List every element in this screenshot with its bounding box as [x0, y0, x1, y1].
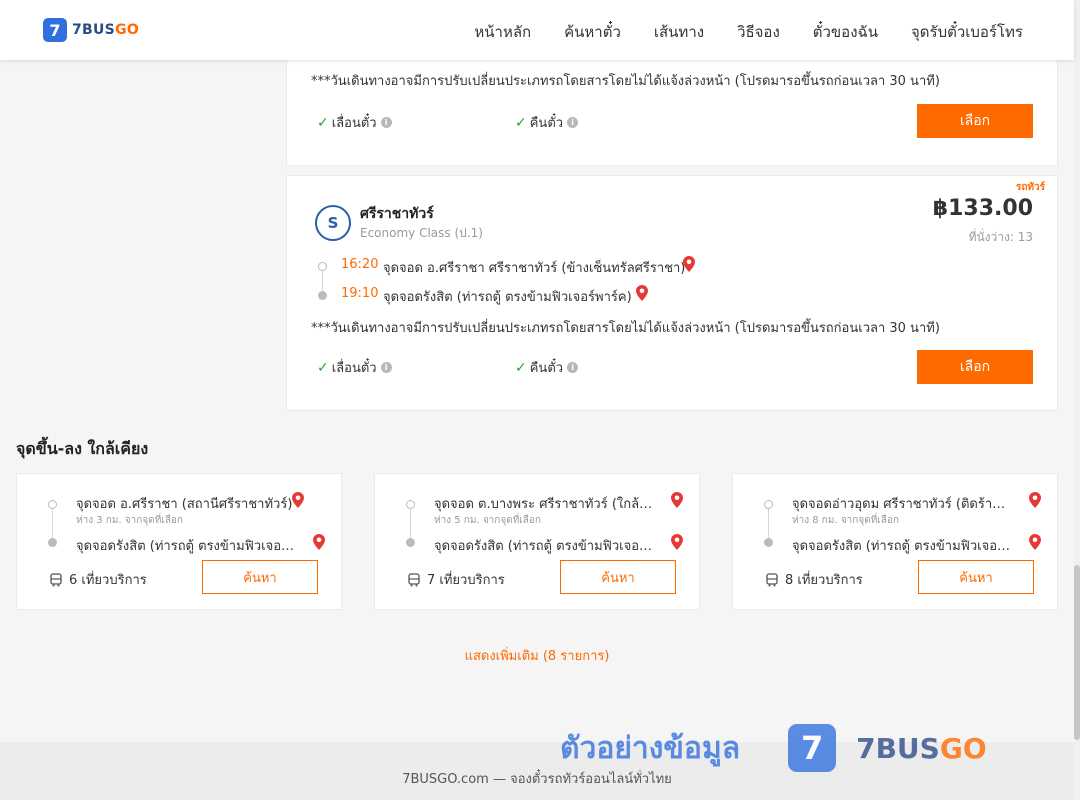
- departure-stop: จุดจอด อ.ศรีราชา ศรีราชาทัวร์ (ข้างเซ็นท…: [383, 261, 686, 276]
- nav-home[interactable]: หน้าหลัก: [474, 20, 531, 44]
- departure-time: 16:20: [341, 257, 379, 272]
- nearby-trips: 7 เที่ยวบริการ: [407, 569, 505, 590]
- site-logo[interactable]: 7 7BUSGO: [43, 18, 139, 42]
- route-line: [768, 506, 769, 542]
- nearby-stop-card: จุดจอด ต.บางพระ ศรีราชาทัวร์ (ใกล้ร้า...…: [374, 473, 700, 610]
- map-pin-icon[interactable]: [671, 534, 683, 550]
- nav-search-tickets[interactable]: ค้นหาตั๋ว: [564, 20, 621, 44]
- nearby-distance: ห่าง 3 กม. จากจุดที่เลือก: [76, 515, 183, 526]
- map-pin-icon[interactable]: [636, 285, 648, 301]
- nearby-from-stop: จุดจอด ต.บางพระ ศรีราชาทัวร์ (ใกล้ร้า...: [434, 497, 656, 512]
- bus-icon: [408, 572, 420, 586]
- watermark-logo-icon: 7: [788, 724, 837, 772]
- operator-name: ศรีราชาทัวร์: [360, 206, 434, 222]
- info-icon[interactable]: i: [380, 362, 392, 373]
- map-pin-icon[interactable]: [683, 256, 695, 272]
- map-pin-icon[interactable]: [292, 492, 304, 508]
- nearby-from-stop: จุดจอด อ.ศรีราชา (สถานีศรีราชาทัวร์): [76, 497, 293, 512]
- trip-notice: ***วันเดินทางอาจมีการปรับเปลี่ยนประเภทรถ…: [311, 321, 940, 336]
- watermark-text: ตัวอย่างข้อมูล: [560, 730, 741, 766]
- nav-routes[interactable]: เส้นทาง: [654, 20, 704, 44]
- info-icon[interactable]: i: [380, 117, 392, 128]
- bus-icon: [766, 572, 778, 586]
- bus-class: Economy Class (ป.1): [360, 226, 483, 240]
- info-icon[interactable]: i: [567, 117, 579, 128]
- nearby-stop-card: จุดจอดอ่าวอุดม ศรีราชาทัวร์ (ติดร้านท...…: [732, 473, 1058, 610]
- feature-refund: ✓ คืนตั๋ว i: [515, 357, 579, 378]
- show-more-link[interactable]: แสดงเพิ่มเติม (8 รายการ): [0, 645, 1074, 666]
- feature-reschedule: ✓ เลื่อนตั๋ว i: [317, 357, 392, 378]
- ticket-price: ฿133.00: [932, 196, 1033, 221]
- route-line: [52, 506, 53, 542]
- top-header: 7 7BUSGO หน้าหลัก ค้นหาตั๋ว เส้นทาง วิธี…: [0, 0, 1074, 60]
- sample-watermark: ตัวอย่างข้อมูล 7 7BUSGO: [560, 724, 987, 772]
- route-line: [410, 506, 411, 542]
- trip-card: รถทัวร์ S ศรีราชาทัวร์ Economy Class (ป.…: [286, 175, 1058, 411]
- nav-ticket-pickup[interactable]: จุดรับตั๋วเบอร์โทร: [911, 20, 1023, 44]
- scrollbar-thumb[interactable]: [1074, 565, 1080, 740]
- map-pin-icon[interactable]: [1029, 492, 1041, 508]
- nearby-stop-card: จุดจอด อ.ศรีราชา (สถานีศรีราชาทัวร์) ห่า…: [16, 473, 342, 610]
- nearby-to-stop: จุดจอดรังสิต (ท่ารถตู้ ตรงข้ามฟิวเจอร์..…: [76, 539, 298, 554]
- arrival-time: 19:10: [341, 286, 379, 301]
- feature-refund-label: คืนตั๋ว: [529, 361, 564, 376]
- feature-refund: ✓ คืนตั๋ว i: [515, 112, 579, 133]
- nearby-search-button[interactable]: ค้นหา: [202, 560, 318, 594]
- bus-type-badge: รถทัวร์: [1015, 182, 1045, 193]
- map-pin-icon[interactable]: [313, 534, 325, 550]
- bus-icon: [50, 572, 62, 586]
- logo-text: 7BUSGO: [72, 22, 140, 38]
- arrival-dot-icon: [318, 291, 327, 300]
- nearby-search-button[interactable]: ค้นหา: [560, 560, 676, 594]
- nav-my-tickets[interactable]: ตั๋วของฉัน: [813, 20, 878, 44]
- logo-mark-icon: 7: [43, 18, 67, 42]
- watermark-brand: 7BUSGO: [856, 731, 987, 765]
- check-icon: ✓: [515, 359, 527, 376]
- operator-logo: S: [315, 205, 351, 241]
- select-trip-button[interactable]: เลือก: [917, 350, 1033, 384]
- nearby-trips-label: 6 เที่ยวบริการ: [69, 573, 147, 588]
- info-icon[interactable]: i: [567, 362, 579, 373]
- map-pin-icon[interactable]: [671, 492, 683, 508]
- check-icon: ✓: [515, 114, 527, 131]
- feature-reschedule-label: เลื่อนตั๋ว: [331, 361, 377, 376]
- seats-available: ที่นั่งว่าง: 13: [968, 230, 1033, 244]
- nearby-to-stop: จุดจอดรังสิต (ท่ารถตู้ ตรงข้ามฟิวเจอร์..…: [434, 539, 656, 554]
- nearby-trips-label: 7 เที่ยวบริการ: [427, 573, 505, 588]
- feature-reschedule-label: เลื่อนตั๋ว: [331, 116, 377, 131]
- nav-how-to-book[interactable]: วิธีจอง: [737, 20, 780, 44]
- arrival-dot-icon: [764, 538, 773, 547]
- nearby-trips-label: 8 เที่ยวบริการ: [785, 573, 863, 588]
- arrival-dot-icon: [406, 538, 415, 547]
- nearby-distance: ห่าง 8 กม. จากจุดที่เลือก: [792, 515, 899, 526]
- main-nav: หน้าหลัก ค้นหาตั๋ว เส้นทาง วิธีจอง ตั๋วข…: [474, 20, 1023, 44]
- arrival-dot-icon: [48, 538, 57, 547]
- departure-dot-icon: [48, 500, 57, 509]
- departure-dot-icon: [406, 500, 415, 509]
- trip-card-previous: ***วันเดินทางอาจมีการปรับเปลี่ยนประเภทรถ…: [286, 60, 1058, 166]
- departure-dot-icon: [764, 500, 773, 509]
- feature-reschedule: ✓ เลื่อนตั๋ว i: [317, 112, 392, 133]
- page-scrollbar[interactable]: [1074, 0, 1080, 800]
- nearby-search-button[interactable]: ค้นหา: [918, 560, 1034, 594]
- select-trip-button[interactable]: เลือก: [917, 104, 1033, 138]
- map-pin-icon[interactable]: [1029, 534, 1041, 550]
- trip-notice: ***วันเดินทางอาจมีการปรับเปลี่ยนประเภทรถ…: [311, 74, 940, 89]
- check-icon: ✓: [317, 359, 329, 376]
- feature-refund-label: คืนตั๋ว: [529, 116, 564, 131]
- check-icon: ✓: [317, 114, 329, 131]
- nearby-distance: ห่าง 5 กม. จากจุดที่เลือก: [434, 515, 541, 526]
- nearby-stops-title: จุดขึ้น-ลง ใกล้เคียง: [16, 439, 149, 458]
- departure-dot-icon: [318, 262, 327, 271]
- arrival-stop: จุดจอดรังสิต (ท่ารถตู้ ตรงข้ามฟิวเจอร์พา…: [383, 290, 632, 305]
- nearby-to-stop: จุดจอดรังสิต (ท่ารถตู้ ตรงข้ามฟิวเจอร์..…: [792, 539, 1014, 554]
- nearby-trips: 8 เที่ยวบริการ: [765, 569, 863, 590]
- nearby-trips: 6 เที่ยวบริการ: [49, 569, 147, 590]
- nearby-from-stop: จุดจอดอ่าวอุดม ศรีราชาทัวร์ (ติดร้านท...: [792, 497, 1014, 512]
